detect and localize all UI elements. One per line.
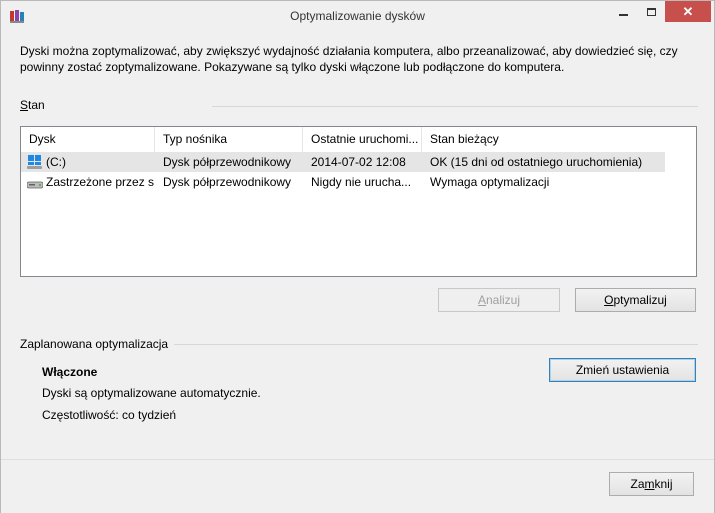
drive-last-run: Nigdy nie urucha...	[311, 175, 412, 189]
analyze-accel: A	[477, 293, 486, 307]
minimize-button[interactable]	[610, 1, 637, 22]
close-accel: m	[644, 477, 655, 491]
column-header-last-run[interactable]: Ostatnie uruchomi...	[303, 127, 422, 152]
status-label-rest: tan	[28, 98, 45, 112]
drive-media-type: Dysk półprzewodnikowy	[163, 155, 292, 169]
schedule-frequency: Częstotliwość: co tydzień	[42, 408, 177, 422]
drive-media-type: Dysk półprzewodnikowy	[163, 175, 292, 189]
schedule-auto-text: Dyski są optymalizowane automatycznie.	[42, 386, 261, 400]
dialog-footer: Zamknij	[1, 459, 714, 513]
description-text: Dyski można zoptymalizować, aby zwiększy…	[20, 44, 678, 74]
scheduled-group-divider	[174, 344, 698, 345]
drive-list-header: Dysk Typ nośnika Ostatnie uruchomi... St…	[21, 127, 696, 152]
drive-name: (C:)	[46, 155, 66, 169]
maximize-icon	[647, 7, 656, 16]
drive-row-c[interactable]: (C:) Dysk półprzewodnikowy 2014-07-02 12…	[21, 152, 665, 172]
drive-name-cell: (C:)	[21, 152, 155, 172]
maximize-button[interactable]	[638, 1, 665, 22]
optimize-drives-window: Optymalizowanie dysków ✕ Dyski można zop…	[0, 0, 715, 513]
optimize-label: ptymalizuj	[613, 293, 667, 307]
close-label-pre: Za	[630, 477, 645, 491]
optimize-button[interactable]: Optymalizuj	[575, 288, 696, 312]
scheduled-group-label: Zaplanowana optymalizacja	[20, 337, 169, 351]
drive-list[interactable]: Dysk Typ nośnika Ostatnie uruchomi... St…	[20, 126, 697, 277]
drive-status: Wymaga optymalizacji	[430, 175, 550, 189]
minimize-icon	[619, 13, 628, 16]
analyze-button[interactable]: Analizuj	[438, 288, 560, 312]
column-header-media-type[interactable]: Typ nośnika	[155, 127, 303, 152]
drive-name-cell: Zastrzeżone przez s...	[21, 172, 155, 192]
status-label-accel: S	[20, 98, 29, 112]
close-button[interactable]: Zamknij	[609, 472, 694, 496]
close-icon: ✕	[682, 4, 694, 19]
close-window-button[interactable]: ✕	[665, 1, 711, 22]
column-header-drive[interactable]: Dysk	[21, 127, 155, 152]
title-bar[interactable]: Optymalizowanie dysków ✕	[1, 1, 714, 31]
windows-drive-icon	[27, 155, 42, 169]
drive-status: OK (15 dni od ostatniego uruchomienia)	[430, 155, 643, 169]
window-title: Optymalizowanie dysków	[290, 9, 425, 23]
status-group-label: Stan	[20, 98, 45, 112]
change-settings-button[interactable]: Zmień ustawienia	[549, 358, 696, 382]
schedule-state: Włączone	[42, 365, 98, 379]
analyze-label: nalizuj	[485, 293, 521, 307]
drive-row-reserved[interactable]: Zastrzeżone przez s... Dysk półprzewodni…	[21, 172, 665, 192]
hard-drive-icon	[27, 181, 43, 189]
close-label-post: knij	[654, 477, 673, 491]
status-group-divider	[212, 106, 698, 107]
drive-name: Zastrzeżone przez s...	[46, 175, 155, 189]
drive-last-run: 2014-07-02 12:08	[311, 155, 406, 169]
column-header-current-status[interactable]: Stan bieżący	[422, 127, 662, 152]
